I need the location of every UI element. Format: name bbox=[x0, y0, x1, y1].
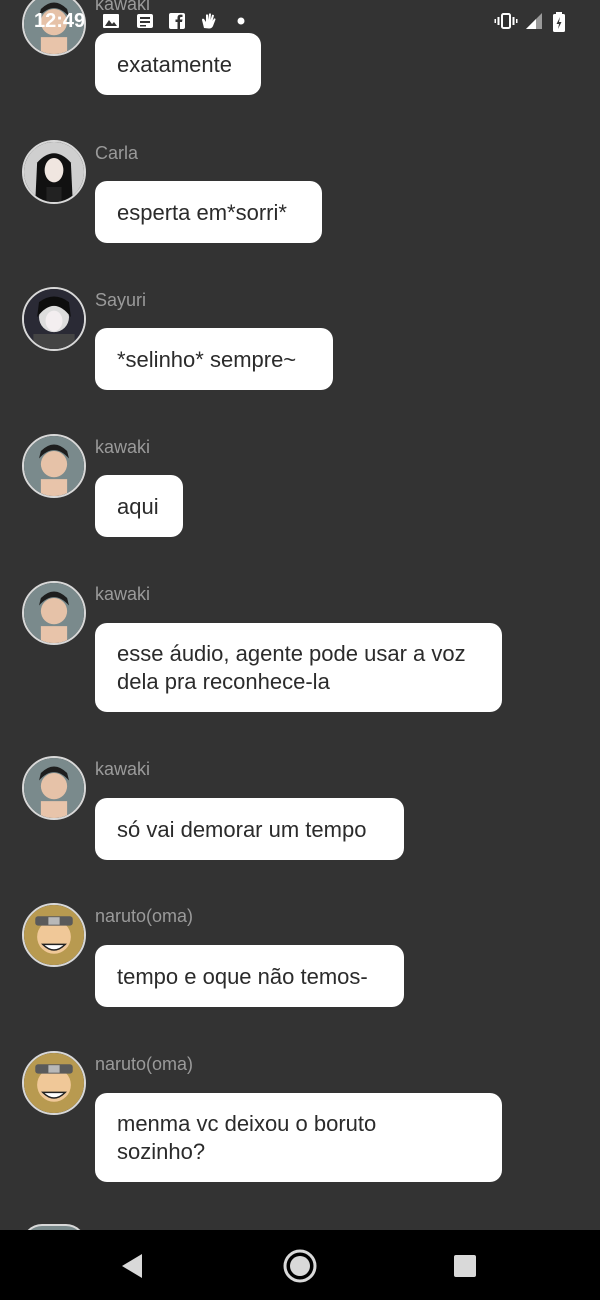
message-bubble[interactable]: aqui bbox=[95, 475, 183, 537]
carla-avatar[interactable] bbox=[22, 140, 86, 204]
sender-name: naruto(oma) bbox=[95, 906, 194, 926]
sender-name: Carla bbox=[95, 143, 139, 163]
signal-icon bbox=[525, 12, 543, 30]
sender-name: kawaki bbox=[95, 437, 151, 457]
status-time: 12:49 bbox=[34, 10, 86, 32]
hand-icon bbox=[200, 12, 218, 30]
home-icon[interactable] bbox=[278, 1244, 322, 1288]
battery-icon bbox=[552, 12, 566, 32]
recents-icon[interactable] bbox=[443, 1244, 487, 1288]
message-bubble[interactable]: esse áudio, agente pode usar a voz dela … bbox=[95, 623, 502, 712]
message-bubble[interactable]: só vai demorar um tempo bbox=[95, 798, 404, 860]
facebook-icon bbox=[168, 12, 186, 30]
sender-name: kawaki bbox=[95, 584, 151, 604]
naruto-avatar[interactable] bbox=[22, 1051, 86, 1115]
kawaki-avatar[interactable] bbox=[22, 434, 86, 498]
message-bubble[interactable]: tempo e oque não temos- bbox=[95, 945, 404, 1007]
kawaki-avatar[interactable] bbox=[22, 581, 86, 645]
vibrate-icon bbox=[494, 12, 518, 30]
dot-icon bbox=[235, 12, 253, 30]
back-icon[interactable] bbox=[110, 1244, 154, 1288]
sender-name: kawaki bbox=[95, 759, 151, 779]
chat-list[interactable]: kawaki exatamente Carla esperta em*sorri… bbox=[0, 0, 600, 1230]
sayuri-avatar[interactable] bbox=[22, 287, 86, 351]
kawaki-avatar[interactable] bbox=[22, 756, 86, 820]
sender-name: naruto(oma) bbox=[95, 1054, 194, 1074]
message-bubble[interactable]: esperta em*sorri* bbox=[95, 181, 322, 243]
sender-name: Sayuri bbox=[95, 290, 147, 310]
navigation-bar bbox=[0, 1230, 600, 1300]
naruto-avatar[interactable] bbox=[22, 903, 86, 967]
news-icon bbox=[136, 12, 154, 30]
image-icon bbox=[102, 12, 120, 30]
message-bubble[interactable]: menma vc deixou o boruto sozinho? bbox=[95, 1093, 502, 1182]
status-bar: 12:49 bbox=[0, 0, 600, 44]
message-bubble[interactable]: *selinho* sempre~ bbox=[95, 328, 333, 390]
